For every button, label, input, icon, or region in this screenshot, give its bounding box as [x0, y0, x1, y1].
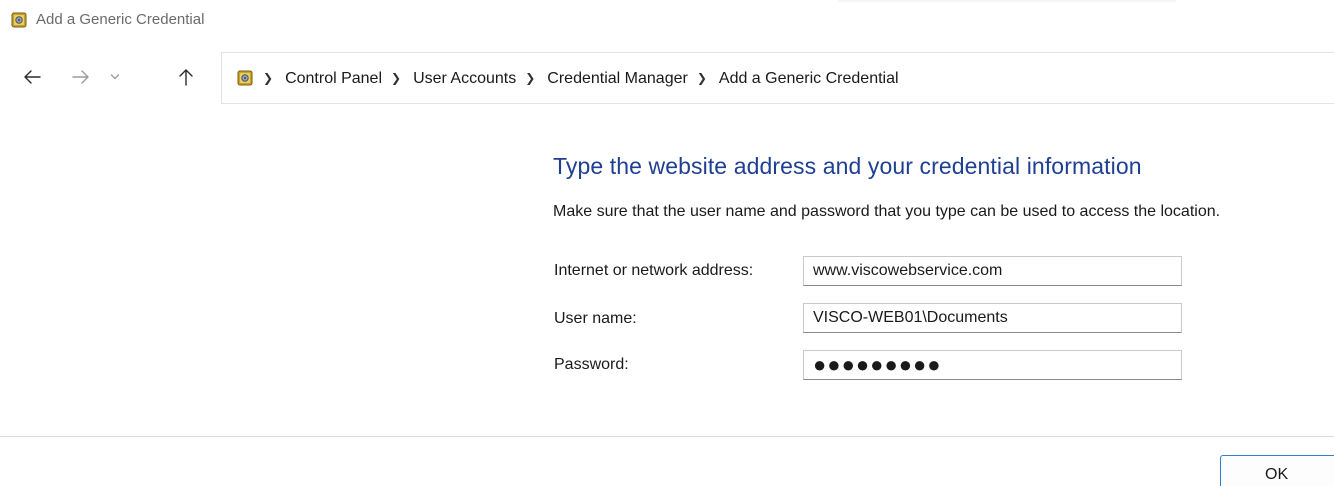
chevron-right-icon[interactable]: ❯	[697, 71, 707, 85]
network-address-input[interactable]	[803, 256, 1182, 286]
page-heading: Type the website address and your creden…	[553, 153, 1142, 179]
credential-vault-icon	[237, 70, 253, 86]
navigation-bar: ❯ Control Panel ❯ User Accounts ❯ Creden…	[0, 52, 1334, 104]
window-title: Add a Generic Credential	[36, 11, 205, 28]
password-label: Password:	[554, 356, 629, 373]
user-name-label: User name:	[554, 310, 637, 327]
credential-vault-icon	[11, 12, 27, 28]
network-address-label: Internet or network address:	[554, 262, 754, 279]
breadcrumb-user-accounts[interactable]: User Accounts	[413, 70, 516, 88]
breadcrumb-control-panel[interactable]: Control Panel	[285, 70, 382, 88]
forward-button[interactable]	[64, 60, 98, 94]
arrow-left-icon	[23, 69, 41, 85]
credential-manager-window: Add a Generic Credential ❯ Control Panel…	[0, 0, 1334, 486]
titlebar-shadow	[838, 0, 1176, 3]
title-bar: Add a Generic Credential	[0, 0, 1334, 44]
arrow-up-icon	[178, 68, 194, 86]
page-description: Make sure that the user name and passwor…	[553, 203, 1221, 220]
footer-divider	[0, 436, 1334, 437]
recent-locations-button[interactable]	[103, 60, 127, 94]
up-button[interactable]	[169, 60, 203, 94]
chevron-right-icon[interactable]: ❯	[263, 71, 273, 85]
chevron-right-icon[interactable]: ❯	[525, 71, 535, 85]
chevron-right-icon[interactable]: ❯	[391, 71, 401, 85]
breadcrumb: ❯ Control Panel ❯ User Accounts ❯ Creden…	[263, 68, 899, 90]
password-input[interactable]	[803, 350, 1182, 380]
back-button[interactable]	[15, 60, 49, 94]
address-bar[interactable]: ❯ Control Panel ❯ User Accounts ❯ Creden…	[221, 52, 1334, 104]
arrow-right-icon	[72, 69, 90, 85]
user-name-input[interactable]	[803, 303, 1182, 333]
ok-button[interactable]: OK	[1220, 455, 1334, 486]
breadcrumb-credential-manager[interactable]: Credential Manager	[547, 70, 688, 88]
breadcrumb-add-generic-credential[interactable]: Add a Generic Credential	[719, 70, 899, 88]
chevron-down-icon	[110, 73, 120, 81]
